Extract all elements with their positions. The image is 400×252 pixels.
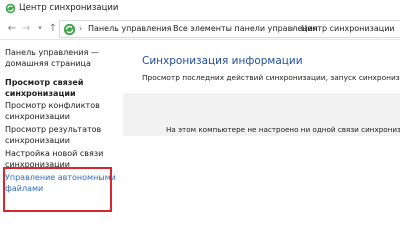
chevron-down-icon[interactable]: ▾	[34, 22, 46, 35]
sidebar: Панель управления — домашняя страница Пр…	[0, 41, 122, 252]
main-content: Синхронизация информации Просмотр послед…	[123, 41, 400, 252]
sidebar-item-control-panel-home[interactable]: Панель управления — домашняя страница	[5, 47, 119, 69]
window-title: Центр синхронизации	[19, 3, 119, 13]
sync-center-icon	[5, 3, 16, 14]
sync-center-window: Центр синхронизации ← → ▾ ↑ › Панель упр…	[0, 0, 400, 252]
navigation-bar: ← → ▾ ↑ › Панель управления › Все элемен…	[0, 18, 400, 40]
arrow-up-icon[interactable]: ↑	[47, 22, 59, 35]
sidebar-item-view-results[interactable]: Просмотр результатов синхронизации	[5, 124, 119, 146]
breadcrumb-separator[interactable]: ›	[164, 22, 167, 36]
sidebar-item-view-partnerships[interactable]: Просмотр связей синхронизации	[5, 77, 119, 99]
breadcrumb-all-items[interactable]: Все элементы панели управления	[173, 22, 318, 36]
title-bar: Центр синхронизации	[0, 0, 400, 17]
breadcrumb-separator[interactable]: ›	[291, 22, 294, 36]
address-bar[interactable]: › Панель управления › Все элементы панел…	[59, 20, 400, 38]
breadcrumb-sync-center[interactable]: Центр синхронизации	[301, 22, 395, 36]
page-description: Просмотр последних действий синхронизаци…	[142, 73, 400, 82]
highlight-box	[3, 167, 112, 212]
arrow-left-icon[interactable]: ←	[6, 22, 18, 35]
sidebar-item-view-conflicts[interactable]: Просмотр конфликтов синхронизации	[5, 100, 119, 122]
empty-message: На этом компьютере не настроено ни одной…	[166, 125, 400, 134]
page-title: Синхронизация информации	[142, 55, 303, 67]
breadcrumb-control-panel[interactable]: Панель управления	[88, 22, 171, 36]
sync-center-icon	[63, 23, 76, 36]
breadcrumb-separator[interactable]: ›	[79, 22, 82, 36]
arrow-right-icon[interactable]: →	[20, 22, 32, 35]
